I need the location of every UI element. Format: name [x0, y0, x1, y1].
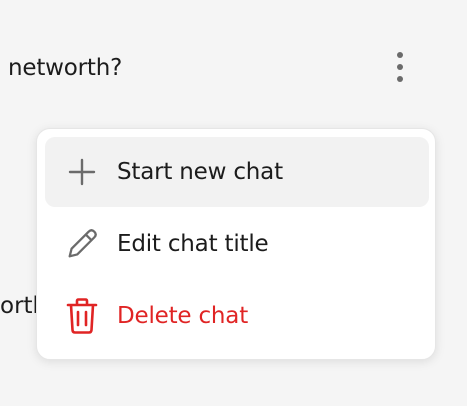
- menu-item-edit-chat-title[interactable]: Edit chat title: [45, 209, 429, 279]
- menu-item-label: Start new chat: [117, 159, 283, 185]
- more-options-button[interactable]: [382, 47, 418, 87]
- chat-options-menu: Start new chat Edit chat title Delete ch…: [36, 128, 436, 360]
- chat-page: networth? orth Start new chat: [0, 0, 467, 406]
- pencil-icon: [64, 224, 100, 264]
- menu-item-label: Edit chat title: [117, 231, 269, 257]
- trash-icon: [64, 296, 100, 336]
- menu-item-label: Delete chat: [117, 303, 249, 329]
- more-vertical-icon: [397, 52, 403, 82]
- plus-icon: [64, 152, 100, 192]
- menu-item-start-new-chat[interactable]: Start new chat: [45, 137, 429, 207]
- menu-item-delete-chat[interactable]: Delete chat: [45, 281, 429, 351]
- chat-title: networth?: [8, 55, 123, 81]
- background-chat-item-text: orth: [0, 293, 40, 319]
